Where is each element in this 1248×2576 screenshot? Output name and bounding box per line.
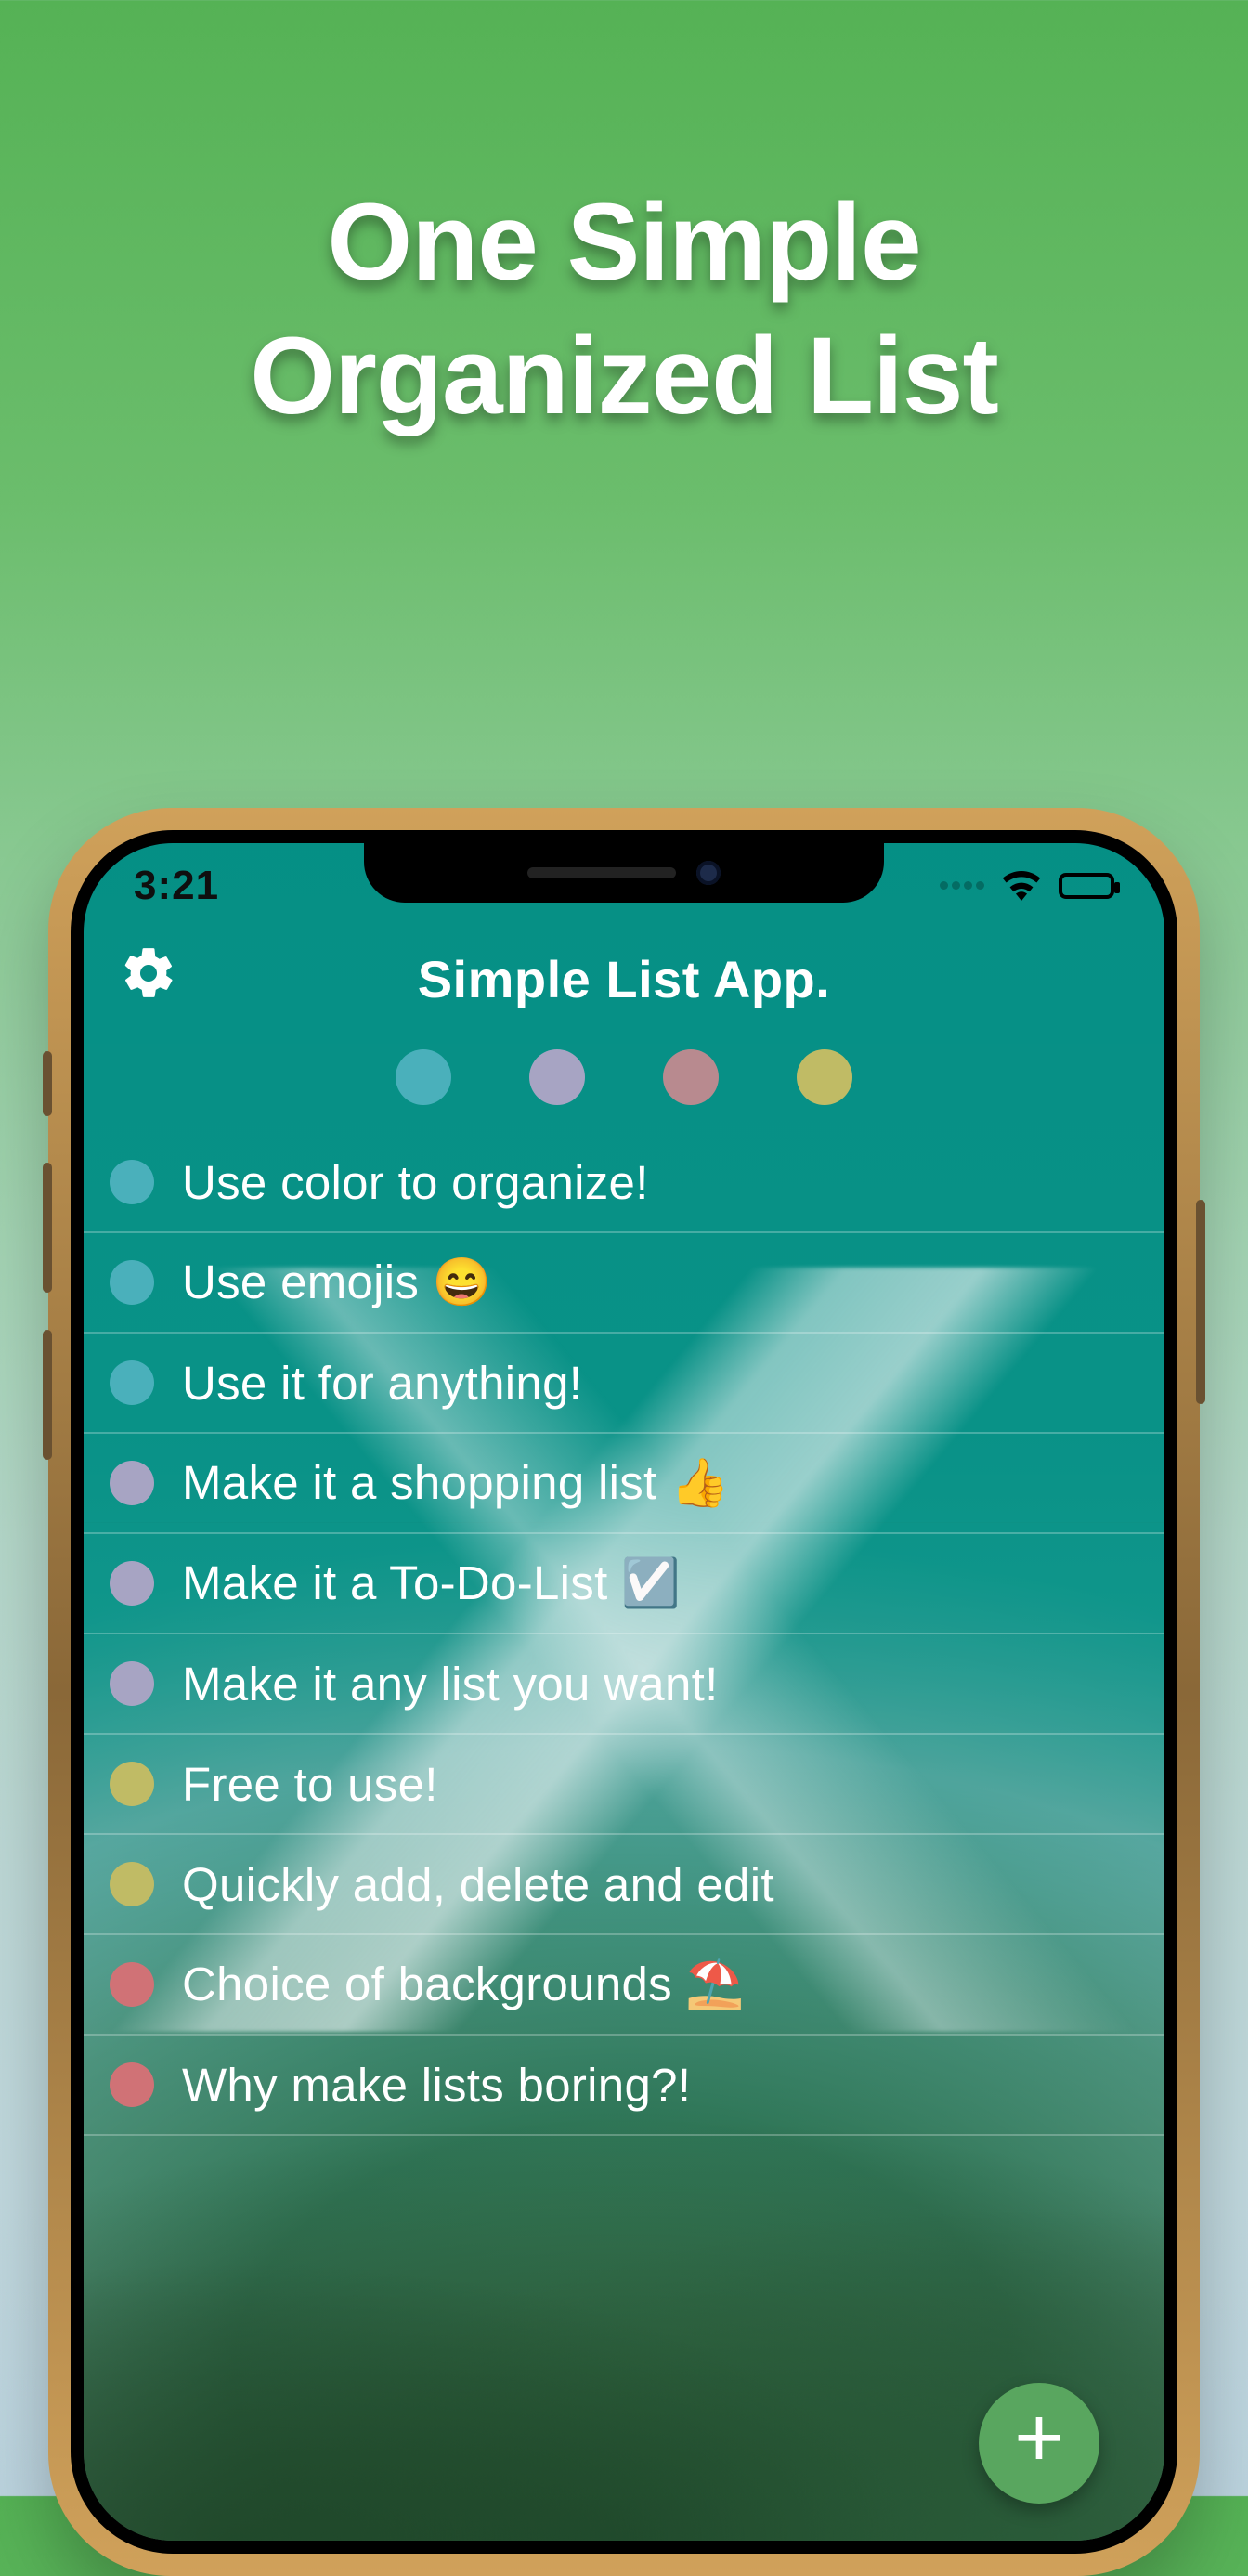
list-item[interactable]: Make it a shopping list 👍 (84, 1434, 1164, 1534)
list-item-text: Make it a shopping list 👍 (182, 1455, 730, 1511)
list-item-color-dot (110, 1962, 154, 2007)
list-item-text: Why make lists boring?! (182, 2058, 691, 2113)
list-item-color-dot (110, 1360, 154, 1405)
list-item[interactable]: Choice of backgrounds ⛱️ (84, 1935, 1164, 2036)
list-item-color-dot (110, 2062, 154, 2107)
list-item-color-dot (110, 1762, 154, 1806)
list-item-text: Use emojis 😄 (182, 1255, 492, 1310)
list-item-text: Use color to organize! (182, 1155, 649, 1210)
color-filter-mauve[interactable] (663, 1049, 719, 1105)
add-button[interactable]: + (979, 2383, 1099, 2504)
plus-icon: + (1014, 2395, 1064, 2480)
list-item-color-dot (110, 1461, 154, 1505)
status-time: 3:21 (134, 863, 219, 909)
settings-button[interactable] (115, 942, 182, 1008)
color-filter-teal[interactable] (396, 1049, 451, 1105)
volume-up-button (43, 1163, 52, 1293)
app-title: Simple List App. (418, 949, 831, 1009)
status-right (936, 871, 1114, 901)
volume-down-button (43, 1330, 52, 1460)
front-camera (696, 861, 721, 885)
promo-line-2: Organized List (0, 310, 1248, 444)
color-filter-olive[interactable] (797, 1049, 852, 1105)
gear-icon (120, 944, 177, 1007)
list-item[interactable]: Use color to organize! (84, 1133, 1164, 1233)
list-item-text: Quickly add, delete and edit (182, 1857, 774, 1912)
list-item[interactable]: Make it any list you want! (84, 1634, 1164, 1735)
phone-frame: 3:21 Simple List App. Use c (50, 810, 1198, 2574)
phone-bezel: 3:21 Simple List App. Use c (71, 830, 1177, 2554)
list: Use color to organize! Use emojis 😄 Use it… (84, 1133, 1164, 2136)
list-item[interactable]: Use it for anything! (84, 1334, 1164, 1434)
power-button (1196, 1200, 1205, 1404)
list-item-text: Free to use! (182, 1757, 438, 1812)
list-item-text: Use it for anything! (182, 1356, 582, 1411)
list-item[interactable]: Why make lists boring?! (84, 2036, 1164, 2136)
promo-headline: One Simple Organized List (0, 176, 1248, 444)
mute-switch (43, 1051, 52, 1116)
list-item-text: Make it a To-Do-List ☑️ (182, 1555, 681, 1611)
promo-line-1: One Simple (0, 176, 1248, 310)
list-item[interactable]: Make it a To-Do-List ☑️ (84, 1534, 1164, 1634)
list-item[interactable]: Free to use! (84, 1735, 1164, 1835)
list-item-color-dot (110, 1561, 154, 1606)
speaker-grille (527, 867, 676, 878)
list-item-text: Choice of backgrounds ⛱️ (182, 1957, 745, 2012)
battery-icon (1059, 873, 1114, 899)
list-item[interactable]: Quickly add, delete and edit (84, 1835, 1164, 1935)
notch (364, 843, 884, 903)
color-filter-lav[interactable] (529, 1049, 585, 1105)
list-item[interactable]: Use emojis 😄 (84, 1233, 1164, 1334)
app-header: Simple List App. (84, 929, 1164, 1029)
status-dots-icon (936, 878, 984, 894)
list-item-color-dot (110, 1661, 154, 1706)
color-filter-row (84, 1029, 1164, 1133)
list-item-text: Make it any list you want! (182, 1657, 719, 1711)
phone-screen: 3:21 Simple List App. Use c (84, 843, 1164, 2541)
wifi-icon (1001, 871, 1042, 901)
list-item-color-dot (110, 1160, 154, 1204)
list-item-color-dot (110, 1260, 154, 1305)
list-item-color-dot (110, 1862, 154, 1906)
